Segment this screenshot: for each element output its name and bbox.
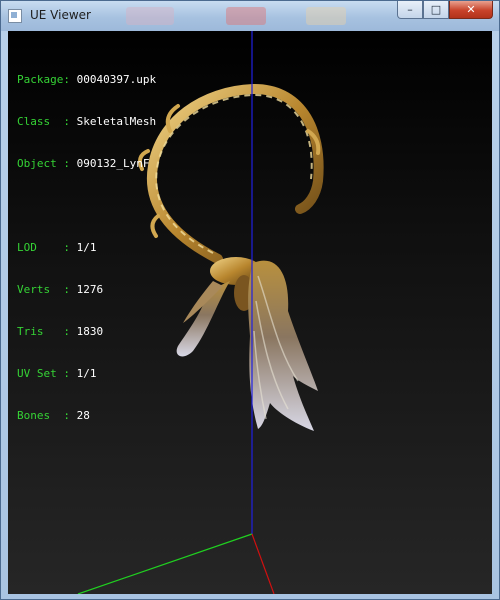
info-row-tris: Tris : 1830 [17, 325, 156, 339]
info-label: Verts : [17, 283, 70, 296]
window-title: UE Viewer [30, 8, 91, 22]
info-row-verts: Verts : 1276 [17, 283, 156, 297]
info-row-uvset: UV Set : 1/1 [17, 367, 156, 381]
mesh-wing-left [176, 281, 230, 357]
maximize-button[interactable]: □ [423, 1, 449, 19]
background-tab-blur [126, 7, 174, 25]
info-label: Tris : [17, 325, 70, 338]
minimize-button[interactable]: – [397, 1, 423, 19]
info-value: 28 [76, 409, 90, 422]
maximize-icon: □ [430, 3, 442, 16]
mesh-ring [146, 83, 324, 264]
mesh-info-overlay: Package: 00040397.upk Class : SkeletalMe… [17, 45, 156, 451]
background-tab-blur [226, 7, 266, 25]
window-controls: – □ ✕ [397, 1, 493, 21]
info-row-package: Package: 00040397.upk [17, 73, 156, 87]
info-row-object: Object : 090132_LynF [17, 157, 156, 171]
info-value: 1830 [76, 325, 104, 338]
close-icon: ✕ [466, 3, 476, 16]
info-row-lod: LOD : 1/1 [17, 241, 156, 255]
minimize-icon: – [407, 3, 413, 16]
app-window: UE Viewer – □ ✕ Package: 00040397.upk Cl… [0, 0, 500, 600]
info-label: UV Set : [17, 367, 70, 380]
info-label: Class : [17, 115, 70, 128]
info-value: 090132_LynF [76, 157, 150, 170]
info-label: Package: [17, 73, 70, 86]
info-label: Object : [17, 157, 70, 170]
info-value: SkeletalMesh [76, 115, 157, 128]
info-label: Bones : [17, 409, 70, 422]
info-value: 00040397.upk [76, 73, 157, 86]
background-tab-blur [306, 7, 346, 25]
info-row-class: Class : SkeletalMesh [17, 115, 156, 129]
title-bar[interactable]: UE Viewer – □ ✕ [1, 1, 499, 31]
mesh-wing-right [248, 260, 318, 431]
info-value: 1/1 [76, 241, 97, 254]
app-window-icon[interactable] [8, 9, 22, 23]
3d-viewport[interactable]: Package: 00040397.upk Class : SkeletalMe… [8, 31, 492, 594]
axis-y-line [77, 533, 253, 594]
info-value: 1276 [76, 283, 104, 296]
mesh-model [138, 83, 324, 431]
info-label: LOD : [17, 241, 70, 254]
info-row-bones: Bones : 28 [17, 409, 156, 423]
info-value: 1/1 [76, 367, 97, 380]
axis-x-line [251, 533, 275, 594]
close-button[interactable]: ✕ [449, 1, 493, 19]
